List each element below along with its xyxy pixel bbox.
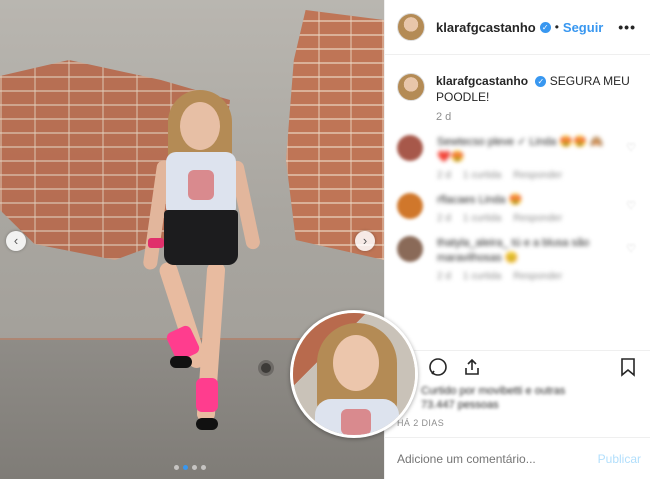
- reply-button[interactable]: Responder: [513, 170, 562, 181]
- comment-input[interactable]: [397, 451, 587, 466]
- comment-form: Publicar: [385, 437, 650, 479]
- post-header: klarafgcastanho ✓ • Seguir •••: [385, 0, 650, 55]
- caption-avatar[interactable]: [397, 73, 425, 101]
- bookmark-icon[interactable]: [617, 357, 639, 379]
- comment-likes[interactable]: 1 curtida: [463, 213, 501, 224]
- action-bar: [385, 350, 650, 382]
- carousel-dot[interactable]: [174, 465, 179, 470]
- right-shoe: [196, 418, 218, 430]
- carousel-dots: [174, 465, 206, 470]
- zoom-inset-image: [290, 310, 418, 438]
- reply-button[interactable]: Responder: [513, 213, 562, 224]
- tshirt-print: [188, 170, 214, 200]
- avatar[interactable]: [397, 13, 425, 41]
- caption-username[interactable]: klarafgcastanho: [436, 74, 528, 88]
- heart-icon[interactable]: ♡: [626, 141, 636, 154]
- bracelet: [148, 238, 164, 248]
- comment-time[interactable]: 2 d: [437, 271, 451, 282]
- carousel-dot[interactable]: [192, 465, 197, 470]
- skirt: [164, 210, 238, 265]
- person-figure: [140, 90, 262, 440]
- comment-avatar[interactable]: [397, 135, 423, 161]
- carousel-dot[interactable]: [201, 465, 206, 470]
- comment-bubble-icon[interactable]: [427, 357, 449, 379]
- comment-likes[interactable]: 1 curtida: [463, 271, 501, 282]
- likes-summary[interactable]: Curtido por movibetti e outras 73.447 pe…: [421, 384, 591, 412]
- comments-panel: klarafgcastanho ✓ • Seguir ••• klarafgca…: [384, 0, 650, 479]
- caption-text: klarafgcastanho ✓ SEGURA MEU POODLE!: [436, 73, 638, 105]
- reply-button[interactable]: Responder: [513, 271, 562, 282]
- wall-pipe: [258, 360, 274, 376]
- face: [180, 102, 220, 150]
- verified-badge-icon: ✓: [535, 76, 547, 88]
- comment-avatar[interactable]: [397, 236, 423, 262]
- caption-time[interactable]: 2 d: [436, 111, 650, 123]
- comment-avatar[interactable]: [397, 193, 423, 219]
- previous-arrow-icon[interactable]: ‹: [6, 231, 26, 251]
- heart-icon[interactable]: ♡: [626, 199, 636, 212]
- comment-likes[interactable]: 1 curtida: [463, 170, 501, 181]
- inset-face: [333, 335, 379, 391]
- list-item: rflacaes Linda 😍 2 d 1 curtida Responder…: [385, 181, 650, 224]
- left-shoe: [170, 356, 192, 368]
- username-link[interactable]: klarafgcastanho: [436, 20, 536, 35]
- brick-wall-right: [286, 10, 384, 260]
- list-item: thatyla_aleira_ tú e a blusa são maravil…: [385, 224, 650, 282]
- comment-time[interactable]: 2 d: [437, 170, 451, 181]
- next-arrow-icon[interactable]: ›: [355, 231, 375, 251]
- verified-badge-icon: ✓: [539, 21, 551, 33]
- heart-icon[interactable]: ♡: [626, 242, 636, 255]
- share-icon[interactable]: [461, 357, 483, 379]
- right-legwarmer: [196, 378, 218, 412]
- separator-dot: •: [554, 20, 559, 34]
- comment-text: Sewtecso pleve ✓ Linda 😍😍 🙈 ❤️😍: [437, 136, 604, 163]
- publish-button[interactable]: Publicar: [598, 452, 641, 466]
- more-options-icon[interactable]: •••: [618, 19, 636, 35]
- follow-button[interactable]: Seguir: [563, 20, 603, 35]
- comment-text: thatyla_aleira_ tú e a blusa são maravil…: [437, 237, 590, 264]
- list-item: Sewtecso pleve ✓ Linda 😍😍 🙈 ❤️😍 2 d 1 cu…: [385, 123, 650, 181]
- comment-time[interactable]: 2 d: [437, 213, 451, 224]
- comment-text: rflacaes Linda 😍: [437, 194, 523, 206]
- caption: klarafgcastanho ✓ SEGURA MEU POODLE!: [385, 55, 650, 105]
- inset-print: [341, 409, 371, 435]
- carousel-dot-active[interactable]: [183, 465, 188, 470]
